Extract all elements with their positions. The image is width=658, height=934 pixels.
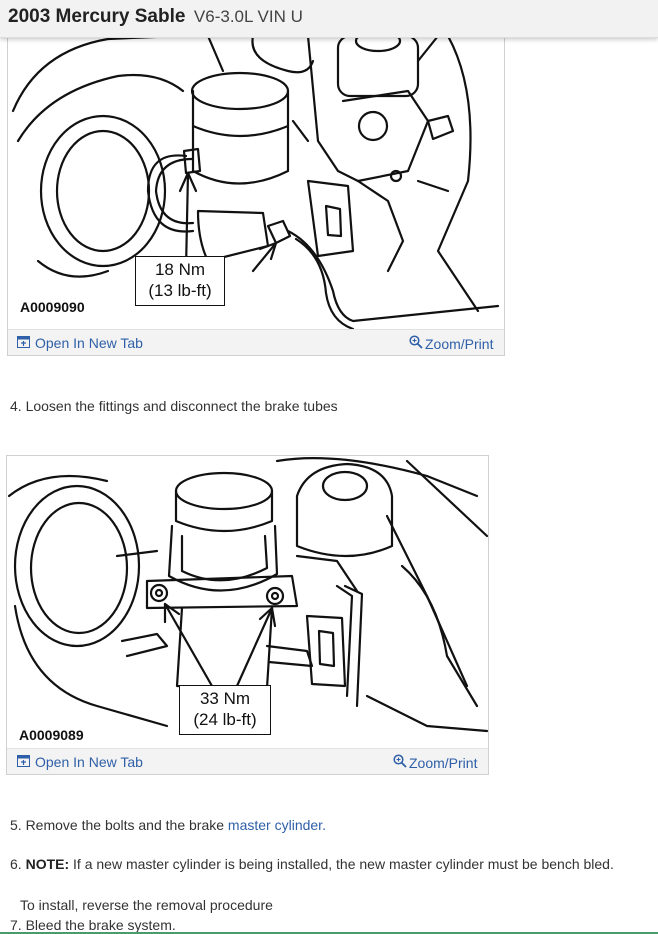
page-title: 2003 Mercury Sable <box>8 6 186 27</box>
page-header: 2003 Mercury Sable V6-3.0L VIN U <box>0 0 658 38</box>
zoom-icon <box>393 754 407 771</box>
figure-2-zoom-print-button[interactable]: Zoom/Print <box>393 754 477 771</box>
open-new-tab-icon <box>17 754 30 770</box>
zoom-icon <box>409 335 423 352</box>
figure-1-open-new-tab-button[interactable]: Open In New Tab <box>17 335 143 351</box>
figure-2-open-label: Open In New Tab <box>35 754 143 770</box>
figure-1-torque-callout: 18 Nm (13 lb-ft) <box>135 256 225 306</box>
step-6: 6. NOTE: If a new master cylinder is bei… <box>10 856 614 872</box>
figure-2-toolbar: Open In New Tab Zoom/Print <box>7 748 488 774</box>
figure-2-code: A0009089 <box>19 727 84 743</box>
step-6-text: If a new master cylinder is being instal… <box>69 856 614 872</box>
figure-2-open-new-tab-button[interactable]: Open In New Tab <box>17 754 143 770</box>
step-4-text: 4. Loosen the fittings and disconnect th… <box>10 398 338 414</box>
figure-1-toolbar: Open In New Tab Zoom/Print <box>8 329 504 355</box>
figure-1-torque-nm: 18 Nm <box>154 260 206 279</box>
figure-1: 18 Nm (13 lb-ft) A0009090 Open In New Ta… <box>7 30 505 356</box>
figure-1-torque-lbft: (13 lb-ft) <box>148 281 212 300</box>
step-5-text: 5. Remove the bolts and the brake <box>10 817 228 833</box>
open-new-tab-icon <box>17 335 30 351</box>
figure-1-zoom-label: Zoom/Print <box>425 335 494 352</box>
step-6-note-label: NOTE: <box>25 856 70 872</box>
page-subtitle: V6-3.0L VIN U <box>193 7 303 26</box>
figure-1-illustration <box>8 31 506 331</box>
figure-2-zoom-label: Zoom/Print <box>409 754 478 771</box>
install-note: To install, reverse the removal procedur… <box>20 897 273 913</box>
figure-1-code: A0009090 <box>20 299 85 315</box>
figure-2-torque-callout: 33 Nm (24 lb-ft) <box>179 685 271 735</box>
step-6-number: 6. <box>10 856 26 872</box>
figure-1-open-label: Open In New Tab <box>35 335 143 351</box>
master-cylinder-link[interactable]: master cylinder. <box>228 817 326 833</box>
step-5: 5. Remove the bolts and the brake master… <box>10 817 326 833</box>
step-7-text: 7. Bleed the brake system. <box>10 917 176 933</box>
figure-2-torque-nm: 33 Nm <box>199 689 251 708</box>
figure-2-torque-lbft: (24 lb-ft) <box>193 710 257 729</box>
figure-1-zoom-print-button[interactable]: Zoom/Print <box>409 335 493 352</box>
figure-2: 33 Nm (24 lb-ft) A0009089 Open In New Ta… <box>6 455 489 775</box>
